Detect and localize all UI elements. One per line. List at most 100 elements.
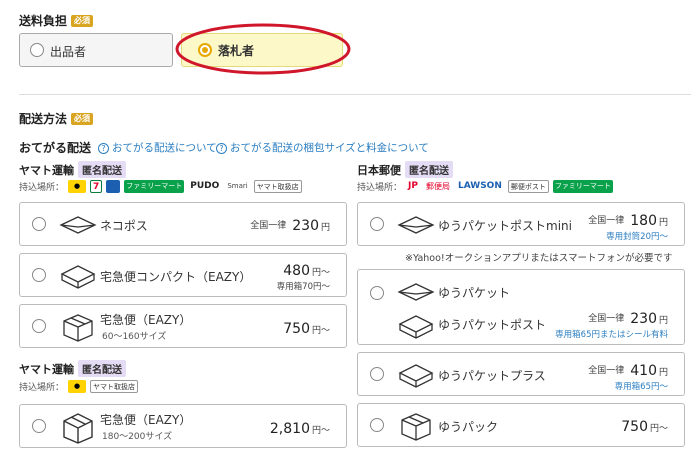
yamato-carrier: ヤマト運輸 匿名配送 — [19, 161, 126, 178]
envelope-icon — [397, 216, 435, 234]
seven-eleven-logo-icon: 7 — [90, 180, 103, 193]
price-amount: 230 — [292, 218, 319, 234]
method-title: 配送方法 必須 — [19, 110, 94, 127]
option-name: 宅急便（EAZY） — [100, 413, 192, 427]
price: 全国一律 180 円 — [588, 210, 668, 229]
postbox-logo-icon: 郵便ポスト — [507, 180, 549, 193]
takkyubin-radio[interactable] — [32, 319, 46, 333]
japanpost-drop-points: 持込場所： JP 郵便局 LAWSON 郵便ポスト ファミリーマート — [357, 180, 613, 193]
otegaru-about-link[interactable]: ? おてがる配送について — [98, 140, 217, 155]
option-name: ネコポス — [100, 219, 148, 233]
jp-logo-icon: JP — [408, 181, 418, 191]
price-yen: 円〜 — [311, 426, 330, 436]
option-size: 180〜200サイズ — [102, 432, 173, 442]
otegaru-title: おてがる配送 — [19, 141, 92, 155]
otegaru-about-text: おてがる配送について — [112, 142, 217, 154]
yamato2-drop-points: 持込場所： ● ヤマト取扱店 — [19, 380, 139, 393]
required-badge: 必須 — [71, 15, 94, 27]
highlight-ring — [175, 23, 351, 75]
price-amount: 180 — [630, 213, 657, 229]
price-yen: 円 — [658, 368, 668, 378]
price-prefix: 全国一律 — [250, 221, 287, 231]
app-required-note: ※Yahoo!オークションアプリまたはスマートフォンが必要です — [405, 253, 673, 264]
option-size: 60〜160サイズ — [102, 332, 167, 342]
question-icon: ? — [216, 143, 227, 154]
flat-box-icon — [60, 265, 96, 289]
carrier-name: 日本郵便 — [357, 164, 401, 177]
option-name: ゆうパケットプラス — [438, 369, 546, 383]
otegaru-size-link[interactable]: ? おてがる配送の梱包サイズと料金について — [216, 140, 429, 155]
drop-label: 持込場所： — [19, 383, 65, 393]
option-takkyubin[interactable]: 宅急便（EAZY） 60〜160サイズ 750 円〜 — [19, 304, 347, 348]
option-yupacket-plus[interactable]: ゆうパケットプラス 全国一律 410 円 専用箱65円〜 — [357, 352, 685, 396]
envelope-icon — [59, 216, 97, 234]
plus-radio[interactable] — [370, 367, 384, 381]
required-badge: 必須 — [71, 113, 94, 125]
price-prefix: 全国一律 — [588, 314, 625, 324]
option-yupack[interactable]: ゆうパック 750 円〜 — [357, 403, 685, 447]
seller-label: 出品者 — [50, 45, 87, 59]
price: 750 円〜 — [621, 416, 668, 435]
price-note: 専用箱65円またはシール有料 — [555, 330, 668, 340]
price-amount: 480 — [283, 263, 310, 279]
option-yupacket-post-mini[interactable]: ゆうパケットポストmini 全国一律 180 円 専用封筒20円〜 — [357, 202, 685, 246]
divider — [19, 94, 691, 95]
price-note: 専用封筒20円〜 — [606, 232, 668, 242]
carrier-name: ヤマト運輸 — [19, 164, 74, 177]
familymart-logo-icon: ファミリーマート — [124, 180, 185, 193]
pudo-logo-icon: PUDO — [190, 181, 220, 191]
yupacket-radio[interactable] — [370, 286, 384, 300]
japanpost-carrier: 日本郵便 匿名配送 — [357, 161, 453, 178]
price-yen: 円〜 — [649, 424, 668, 434]
large-box-icon — [63, 413, 93, 444]
price-yen: 円 — [658, 316, 668, 326]
price: 全国一律 230 円 — [250, 215, 330, 234]
flat-box-icon — [398, 315, 434, 339]
price-note: 専用箱70円〜 — [276, 282, 330, 292]
option-takkyubin-large[interactable]: 宅急便（EAZY） 180〜200サイズ 2,810 円〜 — [19, 404, 347, 448]
price: 480 円〜 — [283, 260, 330, 279]
yupack-radio[interactable] — [370, 418, 384, 432]
price-amount: 410 — [630, 363, 657, 379]
price-amount: 750 — [283, 321, 310, 337]
drop-label: 持込場所： — [357, 183, 403, 193]
method-title-text: 配送方法 — [19, 112, 68, 126]
anonymous-tag: 匿名配送 — [78, 161, 126, 178]
price-amount: 2,810 — [269, 421, 310, 437]
option-name: 宅急便コンパクト（EAZY） — [100, 270, 252, 284]
yamato-carrier-2: ヤマト運輸 匿名配送 — [19, 360, 126, 377]
flat-box-icon — [398, 364, 434, 388]
yamato-logo-icon: ● — [68, 380, 87, 393]
price: 全国一律 410 円 — [588, 360, 668, 379]
yamato-logo-icon: ● — [68, 180, 87, 193]
smari-logo-icon: Smari — [227, 182, 248, 190]
mini-radio[interactable] — [370, 217, 384, 231]
nekopos-radio[interactable] — [32, 217, 46, 231]
otegaru-size-text: おてがる配送の梱包サイズと料金について — [230, 142, 429, 154]
price: 750 円〜 — [283, 318, 330, 337]
option-nekopos[interactable]: ネコポス 全国一律 230 円 — [19, 202, 347, 246]
lawson-logo-icon: LAWSON — [457, 181, 502, 191]
envelope-icon — [397, 283, 435, 301]
carrier-name: ヤマト運輸 — [19, 363, 74, 376]
price-prefix: 全国一律 — [588, 216, 625, 226]
option-yupacket[interactable]: ゆうパケット ゆうパケットポスト 全国一律 230 円 専用箱65円またはシール有料 — [357, 269, 685, 345]
burden-title: 送料負担 必須 — [19, 12, 94, 29]
price-yen: 円 — [658, 218, 668, 228]
price-prefix: 全国一律 — [588, 366, 625, 376]
price-amount: 750 — [621, 419, 648, 435]
option-name: ゆうパケット — [438, 286, 511, 300]
yamato-shop-logo-icon: ヤマト取扱店 — [253, 180, 302, 193]
takkyubin-large-radio[interactable] — [32, 419, 46, 433]
box-icon — [401, 413, 431, 441]
price-note: 専用箱65円〜 — [614, 382, 668, 392]
seller-radio[interactable] — [30, 43, 44, 57]
drop-label: 持込場所： — [19, 183, 65, 193]
burden-option-seller[interactable]: 出品者 — [19, 33, 173, 67]
price: 全国一律 230 円 — [588, 308, 668, 327]
familymart-logo-icon: ファミリーマート — [552, 180, 613, 193]
compact-radio[interactable] — [32, 268, 46, 282]
option-compact[interactable]: 宅急便コンパクト（EAZY） 480 円〜 専用箱70円〜 — [19, 253, 347, 297]
anonymous-tag: 匿名配送 — [78, 360, 126, 377]
price-yen: 円〜 — [311, 268, 330, 278]
